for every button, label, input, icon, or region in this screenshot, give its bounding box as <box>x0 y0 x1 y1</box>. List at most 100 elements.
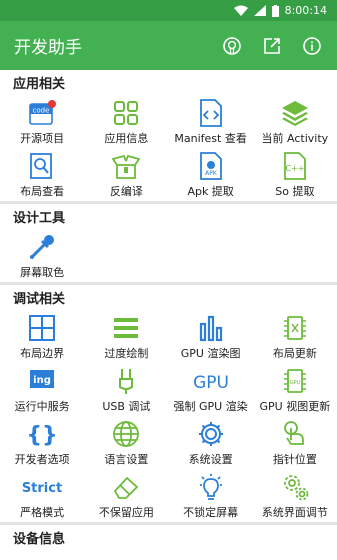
svg-text:APK: APK <box>205 170 218 177</box>
eraser-icon <box>112 473 140 501</box>
layout-search-icon <box>28 152 56 180</box>
chip-icon <box>281 314 309 342</box>
tool-item-label: GPU 渲染图 <box>180 347 241 360</box>
tool-item-layout-bounds[interactable]: 布局边界 <box>0 310 84 363</box>
tool-item-label: 过度绘制 <box>104 347 149 360</box>
tool-item-label: 屏幕取色 <box>20 266 65 279</box>
code-icon: code <box>28 99 57 127</box>
tool-item-layout-search[interactable]: 布局查看 <box>0 148 84 201</box>
tool-item-globe[interactable]: 语言设置 <box>84 416 168 469</box>
tool-item-gpu-text[interactable]: GPU 强制 GPU 渲染 <box>169 363 253 416</box>
tool-item-label: 指针位置 <box>272 453 317 466</box>
share-button[interactable] <box>261 35 283 57</box>
app-bar: 开发助手 <box>0 21 337 70</box>
svg-text:code: code <box>33 107 50 115</box>
menu-lines-icon <box>112 314 140 342</box>
tool-item-label: USB 调试 <box>102 400 151 413</box>
svg-text:GPU: GPU <box>193 373 229 393</box>
tool-item-layers[interactable]: 当前 Activity <box>253 95 337 148</box>
status-bar: 8:00:14 <box>0 0 337 21</box>
tool-item-braces[interactable]: {} 开发者选项 <box>0 416 84 469</box>
app-title: 开发助手 <box>14 38 82 58</box>
layers-icon <box>281 99 309 127</box>
tool-item-label: 应用信息 <box>104 132 149 145</box>
tool-item-apk-file[interactable]: APK Apk 提取 <box>169 148 253 201</box>
tool-item-label: 布局查看 <box>20 185 65 198</box>
tool-item-apps-grid[interactable]: 应用信息 <box>84 95 168 148</box>
bar-chart-icon <box>197 314 225 342</box>
gpu-text-icon: GPU <box>193 367 229 395</box>
tool-item-label: 系统设置 <box>188 453 233 466</box>
layout-bounds-icon <box>28 314 56 342</box>
gears-icon <box>281 473 309 501</box>
tool-item-label: Apk 提取 <box>187 185 234 198</box>
info-icon <box>303 36 321 55</box>
tool-item-usb[interactable]: USB 调试 <box>84 363 168 416</box>
github-icon <box>223 36 241 55</box>
section-grid: 布局边界 过度绘制 GPU 渲染图 布局更新 ing 运行中服务 USB 调试 GPU 强制 G… <box>0 310 337 522</box>
section-title: 设计工具 <box>0 204 337 229</box>
svg-text:Strict: Strict <box>22 481 62 496</box>
tool-item-label: Manifest 查看 <box>174 132 247 145</box>
code-file-icon <box>197 99 225 127</box>
tool-item-code[interactable]: code 开源项目 <box>0 95 84 148</box>
tool-item-label: 严格模式 <box>20 506 65 519</box>
tool-item-gear[interactable]: 系统设置 <box>169 416 253 469</box>
tool-item-label: GPU 视图更新 <box>259 400 331 413</box>
tool-item-label: 系统界面调节 <box>261 506 328 519</box>
gpu-chip-icon: GPU <box>281 367 309 395</box>
tool-item-ing[interactable]: ing 运行中服务 <box>0 363 84 416</box>
apps-grid-icon <box>112 99 140 127</box>
tool-item-label: 不保留应用 <box>98 506 154 519</box>
strict-text-icon: Strict <box>22 473 62 501</box>
github-button[interactable] <box>221 35 243 57</box>
tool-item-label: 语言设置 <box>104 453 149 466</box>
tool-item-chip[interactable]: 布局更新 <box>253 310 337 363</box>
signal-icon <box>253 5 266 16</box>
svg-text:ing: ing <box>33 375 51 386</box>
cpp-file-icon: C++ <box>281 152 309 180</box>
tool-item-label: 开源项目 <box>20 132 65 145</box>
tool-item-label: 反编译 <box>109 185 143 198</box>
box-open-icon <box>111 152 141 180</box>
share-icon <box>264 37 280 54</box>
tool-item-pointer-hand[interactable]: 指针位置 <box>253 416 337 469</box>
info-button[interactable] <box>301 35 323 57</box>
eyedropper-icon <box>28 233 56 261</box>
svg-text:C++: C++ <box>285 164 304 173</box>
tool-item-gears[interactable]: 系统界面调节 <box>253 469 337 522</box>
tool-item-label: 当前 Activity <box>261 132 329 145</box>
tool-item-cpp-file[interactable]: C++ So 提取 <box>253 148 337 201</box>
section-title: 设备信息 <box>0 525 337 550</box>
section-title: 应用相关 <box>0 70 337 95</box>
braces-icon: {} <box>26 420 57 448</box>
section-grid: 屏幕取色 <box>0 229 337 282</box>
section-grid: code 开源项目 应用信息 Manifest 查看 当前 Activity 布局查看 反编… <box>0 95 337 201</box>
svg-text:{}: {} <box>26 423 57 448</box>
tool-item-label: 运行中服务 <box>14 400 70 413</box>
tool-item-eyedropper[interactable]: 屏幕取色 <box>0 229 84 282</box>
globe-icon <box>112 420 140 448</box>
section-title: 调试相关 <box>0 285 337 310</box>
tool-item-strict-text[interactable]: Strict 严格模式 <box>0 469 84 522</box>
usb-icon <box>112 367 140 395</box>
tool-item-label: 不锁定屏幕 <box>183 506 239 519</box>
tool-item-bar-chart[interactable]: GPU 渲染图 <box>169 310 253 363</box>
status-time: 8:00:14 <box>284 4 327 17</box>
tool-item-eraser[interactable]: 不保留应用 <box>84 469 168 522</box>
pointer-hand-icon <box>281 420 309 448</box>
tool-item-label: 开发者选项 <box>14 453 70 466</box>
tool-item-bulb[interactable]: 不锁定屏幕 <box>169 469 253 522</box>
tool-item-gpu-chip[interactable]: GPU GPU 视图更新 <box>253 363 337 416</box>
tool-item-menu-lines[interactable]: 过度绘制 <box>84 310 168 363</box>
tool-item-box-open[interactable]: 反编译 <box>84 148 168 201</box>
main-content: 应用相关 code 开源项目 应用信息 Manifest 查看 当前 Activity 布局… <box>0 70 337 560</box>
bulb-icon <box>197 473 225 501</box>
ing-icon: ing <box>28 367 56 395</box>
gear-icon <box>197 420 225 448</box>
tool-item-label: 布局边界 <box>20 347 65 360</box>
apk-file-icon: APK <box>197 152 225 180</box>
svg-text:GPU: GPU <box>290 380 301 386</box>
tool-item-code-file[interactable]: Manifest 查看 <box>169 95 253 148</box>
wifi-icon <box>233 5 248 16</box>
